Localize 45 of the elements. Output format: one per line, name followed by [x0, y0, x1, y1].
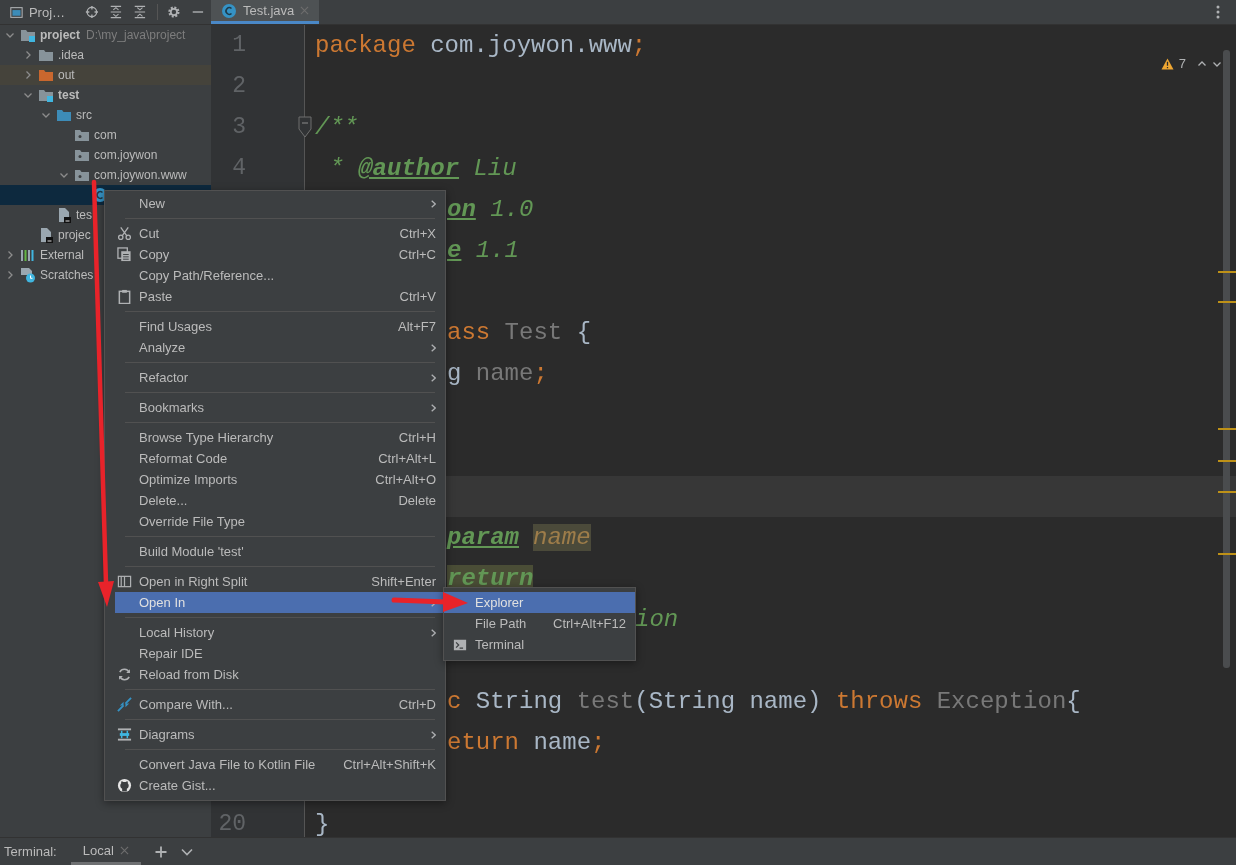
path-hint: D:\my_java\project	[86, 28, 186, 42]
code-token: *	[328, 155, 345, 182]
shortcut-text: Ctrl+V	[399, 289, 436, 304]
shortcut-text: Ctrl+X	[399, 226, 436, 241]
code-token: (String name)	[634, 688, 823, 715]
code-token: eturn	[447, 729, 519, 756]
code-token: c	[447, 688, 462, 715]
code-token: ion	[635, 606, 679, 633]
code-token: test	[576, 688, 635, 715]
shortcut-text: Ctrl+H	[398, 430, 436, 445]
shortcut-text: Ctrl+C	[398, 247, 436, 262]
code-token: ;	[533, 360, 548, 387]
code-token: name	[532, 729, 592, 756]
shortcut-text: Delete	[398, 493, 436, 508]
code-token: name	[474, 360, 534, 387]
shortcut-text: Alt+F7	[398, 319, 436, 334]
shortcut-text: Ctrl+Alt+O	[375, 472, 436, 487]
code-token: {	[575, 319, 592, 346]
shortcut-text: Ctrl+D	[398, 697, 436, 712]
code-token: param	[447, 524, 519, 551]
shortcut-text: Ctrl+Alt+F12	[553, 616, 626, 631]
code-token: package	[315, 32, 417, 59]
code-token: ass	[447, 319, 491, 346]
code-token: ;	[591, 729, 606, 756]
code-token: /**	[315, 114, 359, 141]
code-token: Liu	[472, 155, 517, 182]
code-token: com.joywon.www	[430, 32, 632, 59]
code-token: name	[533, 524, 591, 551]
code-token: 1.0	[489, 196, 534, 223]
code-token: ;	[631, 32, 647, 59]
code-token: String	[474, 688, 564, 715]
code-token: Exception	[936, 688, 1067, 715]
shortcut-text: Ctrl+Alt+L	[378, 451, 436, 466]
code-token: Test	[503, 319, 563, 346]
code-token: @author	[358, 155, 460, 182]
tool-window-title: Terminal:	[4, 844, 57, 859]
code-token: g	[447, 360, 462, 387]
code-token: 1.1	[474, 237, 519, 264]
code-token: on	[447, 196, 476, 223]
shortcut-text: Shift+Enter	[371, 574, 436, 589]
code-token: }	[315, 811, 330, 837]
shortcut-text: Ctrl+Alt+Shift+K	[343, 757, 436, 772]
code-token: {	[1066, 688, 1081, 715]
code-token: throws	[835, 688, 924, 715]
code-token: e	[447, 237, 462, 264]
